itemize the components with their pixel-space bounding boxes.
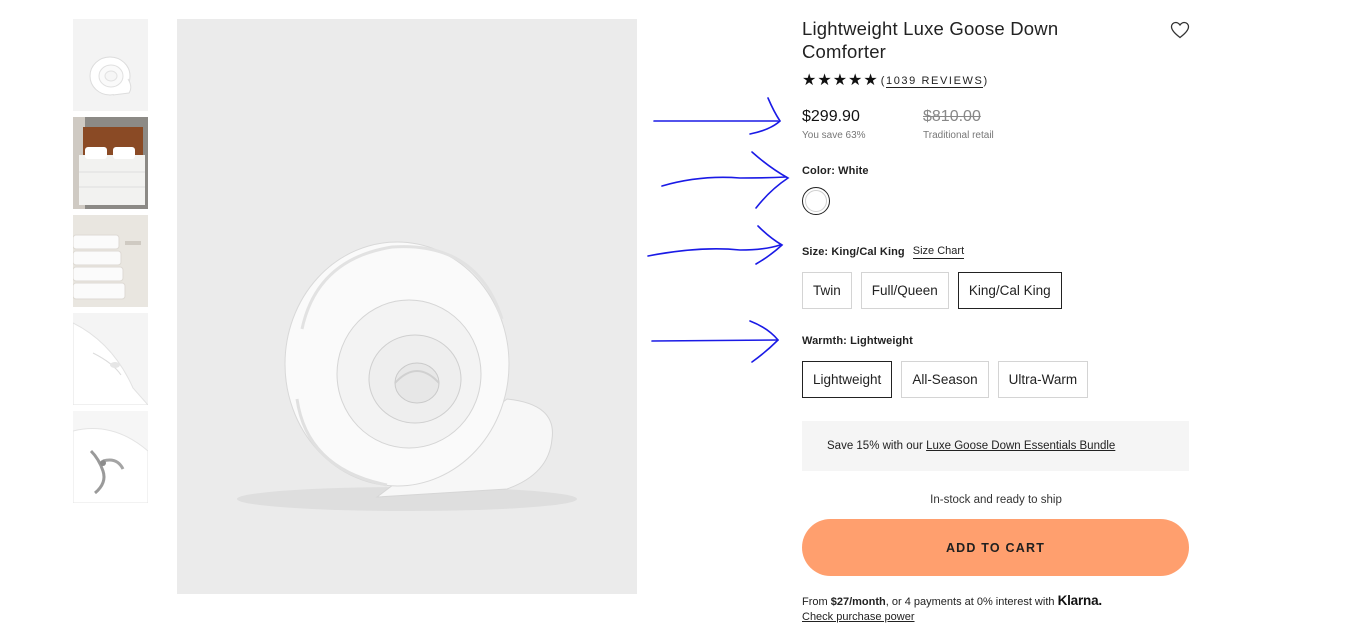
thumbnail-rolled-comforter[interactable]	[73, 19, 148, 111]
color-label-prefix: Color:	[802, 165, 835, 177]
thumbnail-ribbon[interactable]	[73, 411, 148, 503]
size-label-prefix: Size:	[802, 246, 829, 258]
klarna-amount: $27/month	[830, 596, 886, 608]
klarna-financing: From $27/month, or 4 payments at 0% inte…	[802, 593, 1190, 625]
retail-price: $810.00	[923, 108, 981, 125]
main-product-image[interactable]	[177, 19, 637, 594]
product-title: Lightweight Luxe Goose Down Comforter	[802, 18, 1059, 62]
rolled-comforter-thumbnail-image	[73, 19, 148, 111]
annotation-arrows	[647, 97, 790, 363]
size-options: Twin Full/Queen King/Cal King	[802, 272, 1190, 309]
size-option-king-cal-king[interactable]: King/Cal King	[957, 272, 1062, 309]
thumbnail-corner-detail[interactable]	[73, 313, 148, 405]
warmth-value: Lightweight	[850, 335, 913, 347]
size-value: King/Cal King	[831, 246, 905, 258]
warmth-label: Warmth: Lightweight	[802, 335, 1190, 347]
reviews-close-paren: )	[983, 75, 989, 87]
klarna-logo: Klarna.	[1057, 593, 1103, 608]
size-label-row: Size: King/Cal King Size Chart	[802, 245, 1190, 259]
color-swatch-white[interactable]	[802, 187, 830, 215]
warmth-options: Lightweight All-Season Ultra-Warm	[802, 361, 1190, 398]
klarna-from: From	[802, 596, 828, 608]
ribbon-thumbnail-image	[73, 411, 148, 503]
size-option-twin[interactable]: Twin	[802, 272, 852, 309]
thumbnail-bed[interactable]	[73, 117, 148, 209]
bundle-promo: Save 15% with our Luxe Goose Down Essent…	[802, 421, 1189, 471]
bundle-link[interactable]: Luxe Goose Down Essentials Bundle	[926, 440, 1115, 452]
savings-text: You save 63%	[802, 130, 866, 141]
reviews-link[interactable]: (1039 REVIEWS)	[881, 75, 989, 88]
stock-status: In-stock and ready to ship	[930, 494, 1062, 506]
bundle-prefix: Save 15% with our	[827, 440, 923, 452]
swatch-fill	[805, 190, 827, 212]
size-chart-link[interactable]: Size Chart	[912, 245, 965, 259]
warmth-option-ultra-warm[interactable]: Ultra-Warm	[997, 361, 1089, 398]
reviews-count: 1039 REVIEWS	[885, 75, 984, 88]
add-to-cart-button[interactable]: ADD TO CART	[802, 519, 1189, 576]
sale-price: $299.90	[802, 108, 860, 125]
klarna-terms: , or 4 payments at 0% interest with	[885, 596, 1055, 608]
folded-stack-thumbnail-image	[73, 215, 148, 307]
heart-outline-icon[interactable]	[1170, 21, 1190, 39]
bed-thumbnail-image	[73, 117, 148, 209]
thumbnail-folded-stack[interactable]	[73, 215, 148, 307]
retail-label: Traditional retail	[923, 130, 994, 141]
price-block: $299.90 You save 63% $810.00 Traditional…	[802, 108, 1190, 141]
rating-row: ★★★★★ (1039 REVIEWS)	[802, 73, 1190, 89]
warmth-option-all-season[interactable]: All-Season	[901, 361, 989, 398]
thumbnail-list	[73, 19, 148, 509]
size-label: Size: King/Cal King	[802, 246, 905, 258]
rolled-comforter-image	[177, 19, 637, 594]
color-label: Color: White	[802, 165, 1190, 177]
color-value: White	[838, 165, 869, 177]
check-purchase-power-link[interactable]: Check purchase power	[802, 610, 915, 625]
corner-detail-thumbnail-image	[73, 313, 148, 405]
warmth-option-lightweight[interactable]: Lightweight	[802, 361, 893, 398]
size-option-full-queen[interactable]: Full/Queen	[860, 272, 949, 309]
warmth-label-prefix: Warmth:	[802, 335, 847, 347]
product-details-panel: Lightweight Luxe Goose Down Comforter ★★…	[802, 17, 1190, 625]
star-icon: ★★★★★	[802, 72, 879, 89]
